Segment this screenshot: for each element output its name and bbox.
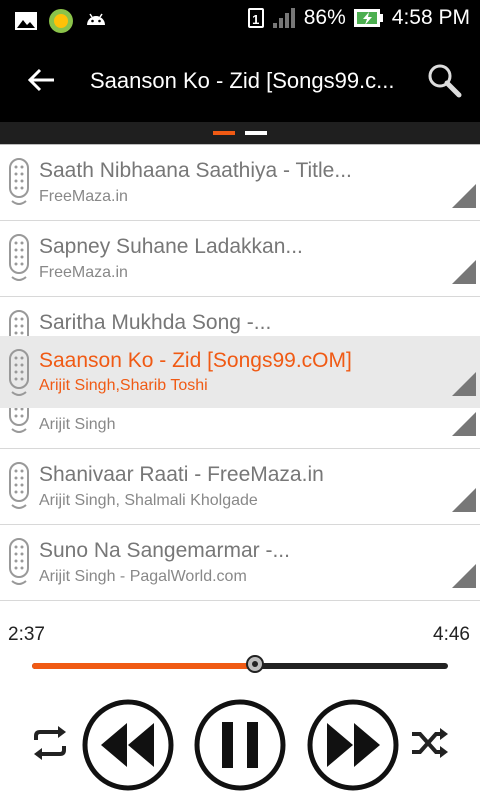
song-title: Shanivaar Raati - FreeMaza.in	[39, 463, 324, 486]
page-dot	[245, 131, 267, 135]
microphone-icon	[9, 158, 29, 205]
total-time: 4:46	[433, 624, 470, 645]
search-icon[interactable]	[426, 62, 462, 98]
microphone-icon	[9, 234, 29, 281]
song-artist: FreeMaza.in	[39, 188, 128, 205]
menu-corner-icon[interactable]	[452, 184, 476, 208]
back-arrow-icon[interactable]	[26, 64, 58, 96]
song-title: Suno Na Sangemarmar -...	[39, 539, 290, 562]
song-title: Saritha Mukhda Song -...	[39, 311, 272, 334]
menu-corner-icon[interactable]	[452, 412, 476, 436]
page-dot-active	[213, 131, 235, 135]
song-list[interactable]: Saath Nibhaana Saathiya - Title... FreeM…	[0, 145, 480, 607]
battery-charging-icon	[353, 9, 383, 27]
pause-button[interactable]	[192, 697, 288, 793]
song-artist: Arijit Singh,Sharib Toshi	[39, 377, 208, 394]
sim-icon: 1	[247, 8, 264, 28]
battery-percent: 86%	[303, 6, 346, 29]
list-item[interactable]: Shanivaar Raati - FreeMaza.in Arijit Sin…	[0, 449, 480, 525]
menu-corner-icon[interactable]	[452, 564, 476, 588]
microphone-icon	[9, 462, 29, 509]
song-title: Sapney Suhane Ladakkan...	[39, 235, 303, 258]
action-bar: Saanson Ko - Zid [Songs99.c...	[0, 38, 480, 122]
menu-corner-icon[interactable]	[452, 488, 476, 512]
previous-button[interactable]	[80, 697, 176, 793]
next-button[interactable]	[305, 697, 401, 793]
current-time: 2:37	[8, 624, 45, 645]
list-item[interactable]: Saath Nibhaana Saathiya - Title... FreeM…	[0, 145, 480, 221]
song-artist: FreeMaza.in	[39, 264, 128, 281]
microphone-icon	[9, 349, 29, 396]
android-icon	[87, 13, 105, 25]
gallery-icon	[15, 12, 37, 30]
menu-corner-icon[interactable]	[452, 372, 476, 396]
list-item[interactable]	[0, 601, 480, 607]
seek-bar[interactable]	[32, 655, 448, 673]
page-indicator	[0, 122, 480, 145]
clock: 4:58 PM	[391, 6, 470, 29]
song-title: Saanson Ko - Zid [Songs99.cOM]	[39, 349, 352, 372]
status-bar: 1 86% 4:58 PM	[0, 0, 480, 38]
song-artist: Arijit Singh, Shalmali Kholgade	[39, 492, 258, 509]
app-notification-icon	[49, 9, 73, 33]
song-artist: Arijit Singh - PagalWorld.com	[39, 568, 247, 585]
seek-progress	[32, 663, 256, 669]
shuffle-icon[interactable]	[410, 726, 450, 760]
repeat-icon[interactable]	[30, 726, 70, 760]
signal-icon	[272, 8, 295, 28]
song-title: Saath Nibhaana Saathiya - Title...	[39, 159, 352, 182]
song-artist: Arijit Singh	[39, 416, 116, 433]
menu-corner-icon[interactable]	[452, 260, 476, 284]
list-item[interactable]: Suno Na Sangemarmar -... Arijit Singh - …	[0, 525, 480, 601]
microphone-icon	[9, 538, 29, 585]
seek-thumb[interactable]	[246, 655, 265, 673]
page-title: Saanson Ko - Zid [Songs99.c...	[90, 68, 395, 93]
now-playing-row[interactable]: Saanson Ko - Zid [Songs99.cOM] Arijit Si…	[0, 336, 480, 408]
list-item[interactable]: Sapney Suhane Ladakkan... FreeMaza.in	[0, 221, 480, 297]
